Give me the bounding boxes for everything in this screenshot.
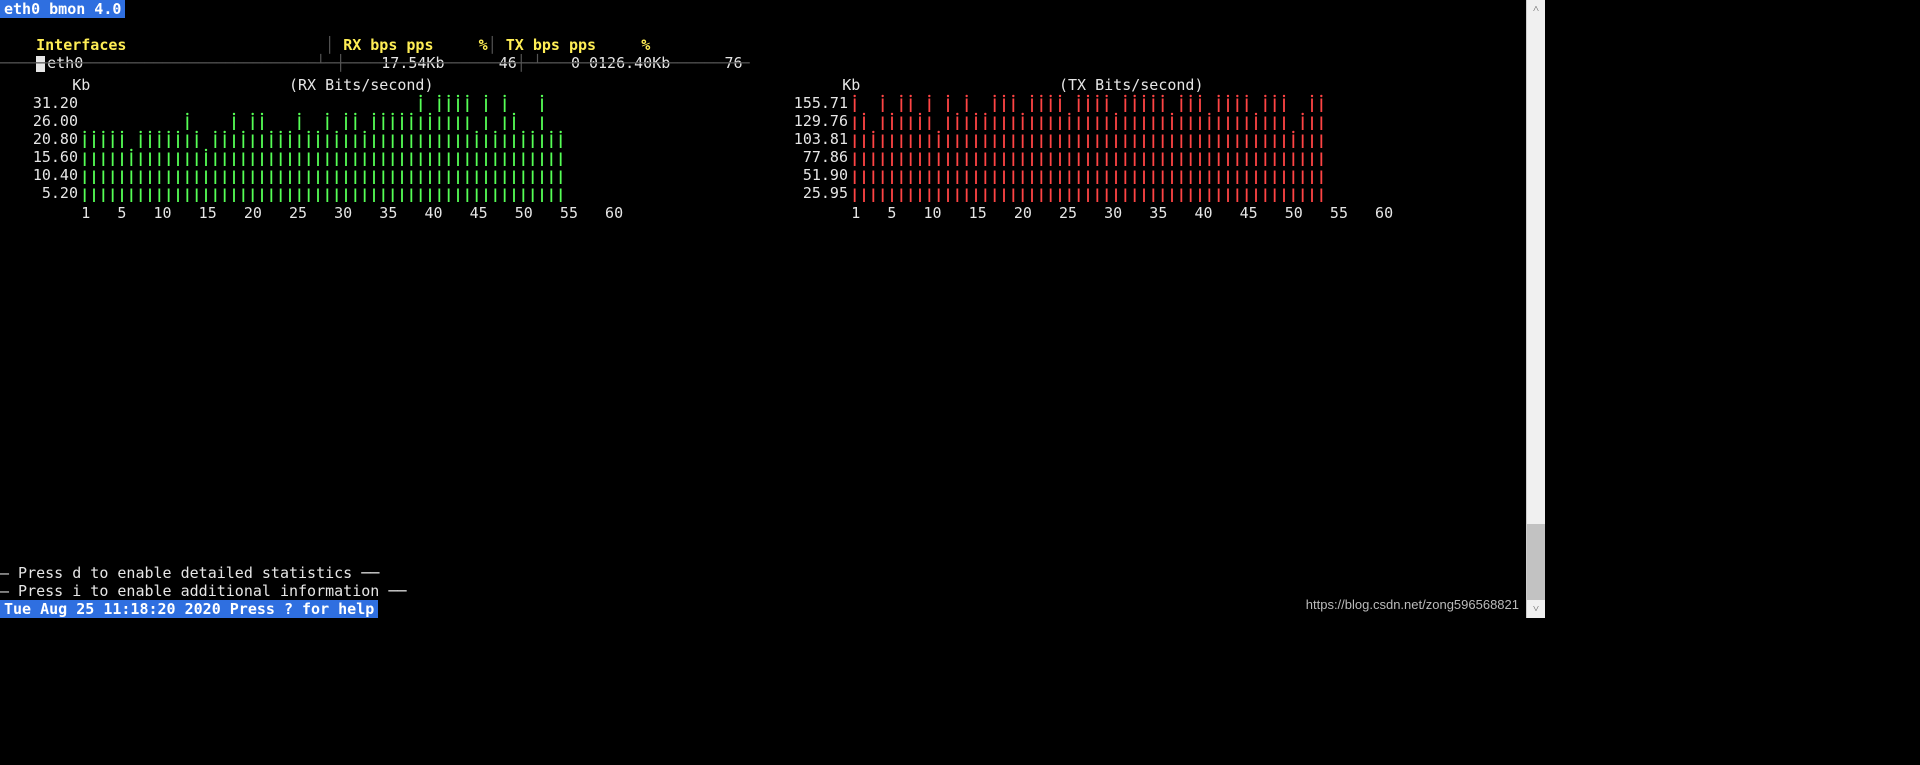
tx-y-axis: 155.71 129.76 103.81 77.86 51.90 25.95 [770, 94, 848, 202]
scroll-thumb[interactable] [1527, 524, 1545, 600]
terminal-screen[interactable]: eth0 bmon 4.0 Interfaces │ RX bps pps %│… [0, 0, 1545, 618]
scroll-up-arrow[interactable]: ˄ [1527, 0, 1545, 18]
footer-hints: — Press d to enable detailed statistics … [0, 564, 406, 600]
watermark-url: https://blog.csdn.net/zong596568821 [1306, 596, 1519, 614]
rx-x-axis: 1 5 10 15 20 25 30 35 40 45 50 55 60 [0, 204, 623, 222]
window-title: eth0 bmon 4.0 [0, 0, 125, 18]
scroll-down-arrow[interactable]: ˅ [1527, 600, 1545, 618]
tx-bars [850, 94, 1410, 202]
rx-bars [80, 94, 640, 202]
rx-y-axis: 31.20 26.00 20.80 15.60 10.40 5.20 [0, 94, 78, 202]
column-headers: Interfaces │ RX bps pps %│ TX bps pps % [0, 18, 1545, 36]
tx-x-axis: 1 5 10 15 20 25 30 35 40 45 50 55 60 [770, 204, 1393, 222]
rx-chart: Kb (RX Bits/second) 31.20 26.00 20.80 15… [0, 76, 770, 216]
tx-chart: Kb (TX Bits/second) 155.71 129.76 103.81… [770, 76, 1540, 216]
status-bar: Tue Aug 25 11:18:20 2020 Press ? for hel… [0, 600, 378, 618]
tree-divider: ───────────────────────────────────┴────… [0, 54, 1545, 72]
vertical-scrollbar[interactable]: ˄ ˅ [1526, 0, 1545, 618]
